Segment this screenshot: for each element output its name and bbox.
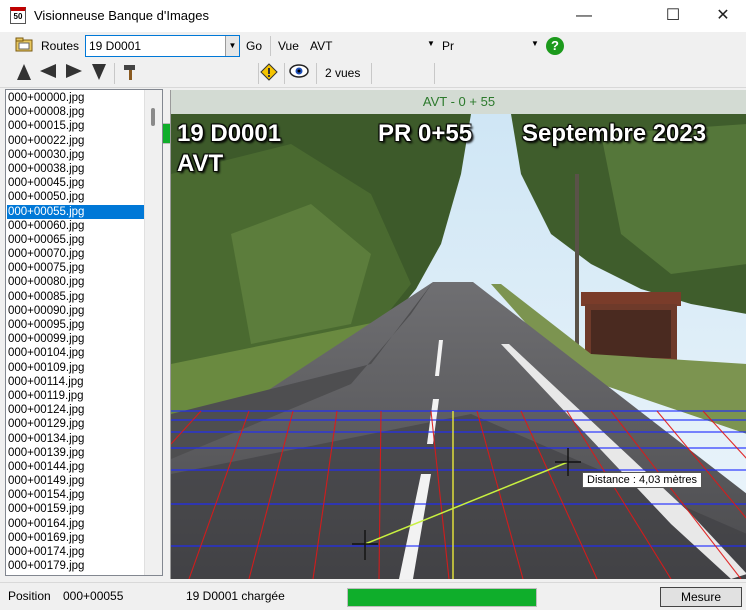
list-item[interactable]: 000+00169.jpg (7, 531, 147, 545)
maximize-button[interactable]: ☐ (650, 0, 696, 32)
title-bar: 50 Visionneuse Banque d'Images — ☐ ✕ (0, 0, 746, 32)
list-item[interactable]: 000+00065.jpg (7, 233, 147, 247)
list-item[interactable]: 000+00075.jpg (7, 261, 147, 275)
route-select[interactable]: 19 D0001 ▼ (85, 35, 240, 57)
list-item[interactable]: 000+00109.jpg (7, 361, 147, 375)
window-title: Visionneuse Banque d'Images (34, 8, 209, 23)
overlay-date: Septembre 2023 (522, 120, 707, 147)
list-item[interactable]: 000+00099.jpg (7, 332, 147, 346)
vue-select[interactable]: AVT ▼ (308, 36, 436, 56)
minimize-button[interactable]: — (561, 0, 607, 32)
overlay-view: AVT (177, 150, 224, 177)
arrow-up-icon[interactable] (14, 63, 34, 83)
list-item[interactable]: 000+00045.jpg (7, 176, 147, 190)
help-icon[interactable]: ? (546, 37, 564, 55)
chevron-down-icon[interactable]: ▼ (531, 39, 539, 48)
eye-icon[interactable] (289, 63, 309, 83)
list-item[interactable]: 000+00090.jpg (7, 304, 147, 318)
vue-select-value: AVT (310, 39, 333, 53)
list-item[interactable]: 000+00085.jpg (7, 290, 147, 304)
open-folder-icon[interactable] (14, 36, 34, 56)
go-button[interactable]: Go (246, 39, 262, 53)
mesure-button[interactable]: Mesure (660, 587, 742, 607)
list-item[interactable]: 000+00134.jpg (7, 432, 147, 446)
list-item[interactable]: 000+00119.jpg (7, 389, 147, 403)
list-item[interactable]: 000+00080.jpg (7, 275, 147, 289)
chevron-down-icon[interactable]: ▼ (225, 36, 239, 56)
chevron-down-icon[interactable]: ▼ (427, 39, 435, 48)
road-photo[interactable]: 19 D0001 AVT PR 0+55 Septembre 2023 Dist… (171, 114, 746, 579)
list-item[interactable]: 000+00144.jpg (7, 460, 147, 474)
list-item[interactable]: 000+00055.jpg (7, 204, 147, 219)
overlay-route: 19 D0001 (177, 120, 282, 147)
list-item[interactable]: 000+00030.jpg (7, 148, 147, 162)
list-item[interactable]: 000+00060.jpg (7, 219, 147, 233)
hammer-icon[interactable] (120, 63, 140, 83)
status-bar: Position 000+00055 19 D0001 chargée Mesu… (0, 582, 746, 610)
list-item[interactable]: 000+00154.jpg (7, 488, 147, 502)
list-item[interactable]: 000+00050.jpg (7, 190, 147, 204)
status-progress-bar (347, 588, 537, 607)
position-label: Position (8, 589, 51, 603)
list-item[interactable]: 000+00114.jpg (7, 375, 147, 389)
scrollbar-thumb[interactable] (151, 108, 155, 126)
image-file-list[interactable]: 000+00000.jpg 000+00008.jpg 000+00015.jpg 0… (5, 89, 163, 576)
close-button[interactable]: ✕ (700, 0, 746, 32)
list-item[interactable]: 000+00124.jpg (7, 403, 147, 417)
overlay-pr: PR 0+55 (378, 120, 473, 147)
toolbar-navigation: 2 vues (0, 60, 746, 144)
list-item[interactable]: 000+00129.jpg (7, 417, 147, 431)
list-item[interactable]: 000+00179.jpg (7, 559, 147, 573)
list-item[interactable]: 000+00070.jpg (7, 247, 147, 261)
list-item[interactable]: 000+00174.jpg (7, 545, 147, 559)
list-item[interactable]: 000+00095.jpg (7, 318, 147, 332)
file-list-items: 000+00000.jpg 000+00008.jpg 000+00015.jpg 0… (7, 91, 147, 573)
list-item[interactable]: 000+00139.jpg (7, 446, 147, 460)
list-item[interactable]: 000+00159.jpg (7, 502, 147, 516)
pr-select-value: Pr (442, 39, 454, 53)
file-list-scrollbar[interactable] (144, 90, 162, 575)
list-item[interactable]: 000+00149.jpg (7, 474, 147, 488)
pr-select[interactable]: Pr ▼ (440, 36, 540, 56)
app-icon: 50 (10, 7, 26, 24)
image-viewer: AVT - 0 + 55 19 D0001 AVT PR 0+55 Septem… (170, 90, 746, 579)
arrow-down-icon[interactable] (89, 63, 109, 83)
list-item[interactable]: 000+00015.jpg (7, 119, 147, 133)
vue-label: Vue (278, 39, 299, 53)
list-item[interactable]: 000+00000.jpg (7, 91, 147, 105)
status-progress-fill (348, 589, 536, 606)
list-item[interactable]: 000+00038.jpg (7, 162, 147, 176)
toolbar-routes: Routes 19 D0001 ▼ Go Vue AVT ▼ Pr ▼ ? (0, 32, 746, 60)
arrow-right-icon[interactable] (64, 63, 84, 83)
position-value: 000+00055 (63, 589, 124, 603)
list-item[interactable]: 000+00022.jpg (7, 134, 147, 148)
list-item[interactable]: 000+00104.jpg (7, 346, 147, 360)
distance-label: Distance : 4,03 mètres (582, 472, 703, 488)
views-count-label[interactable]: 2 vues (325, 66, 360, 80)
warning-sign-icon[interactable] (259, 63, 279, 83)
arrow-left-icon[interactable] (38, 63, 58, 83)
routes-label: Routes (41, 39, 80, 53)
viewer-header: AVT - 0 + 55 (171, 90, 746, 114)
loaded-status: 19 D0001 chargée (186, 589, 285, 603)
list-item[interactable]: 000+00164.jpg (7, 517, 147, 531)
list-item[interactable]: 000+00008.jpg (7, 105, 147, 119)
route-select-value: 19 D0001 (89, 39, 142, 53)
